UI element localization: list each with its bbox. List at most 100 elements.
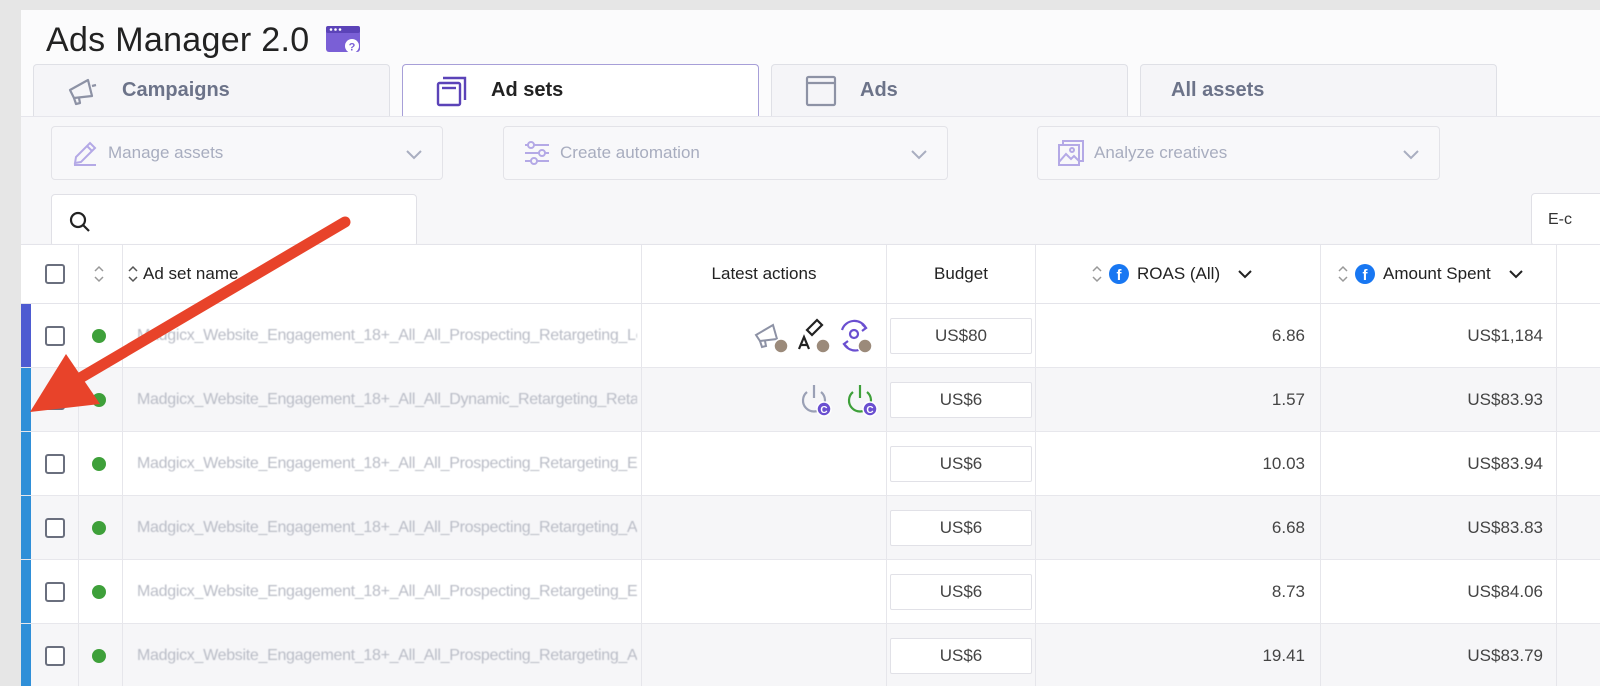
amount-spent-value: US$83.83 (1467, 517, 1543, 537)
refresh-user-icon[interactable] (837, 318, 873, 354)
sort-icon (94, 265, 104, 283)
analyze-creatives-dropdown[interactable]: Analyze creatives (1037, 126, 1440, 180)
table-row[interactable]: Madgicx_Website_Engagement_18+_All_All_P… (21, 560, 1600, 624)
analyze-creatives-label: Analyze creatives (1094, 143, 1228, 162)
power-on-icon[interactable]: C (843, 382, 879, 418)
chevron-down-icon[interactable] (1236, 265, 1254, 283)
header-label: ROAS (All) (1137, 264, 1221, 283)
table-row[interactable]: Madgicx_Website_Engagement_18+_All_All_D… (21, 368, 1600, 432)
facebook-icon: f (1109, 264, 1129, 284)
budget-field[interactable]: US$6 (890, 445, 1032, 482)
row-checkbox[interactable] (45, 453, 65, 474)
budget-field[interactable]: US$6 (890, 381, 1032, 418)
tab-all-assets[interactable]: All assets (1140, 64, 1497, 116)
roas-value: 10.03 (1262, 453, 1305, 473)
header-latest-actions: Latest actions (642, 245, 886, 303)
latest-actions: C C (797, 368, 885, 431)
amount-spent-value: US$83.79 (1467, 645, 1543, 665)
roas-value: 19.41 (1262, 645, 1305, 665)
header-label: Ad set name (143, 264, 239, 283)
budget-field[interactable]: US$6 (890, 509, 1032, 546)
row-checkbox[interactable] (45, 389, 65, 410)
help-window-icon[interactable]: ? (325, 24, 363, 56)
app-window: Ads Manager 2.0 ? Campaigns Ad sets Ads … (21, 10, 1600, 686)
search-box (51, 194, 417, 247)
row-color-stripe (21, 496, 31, 559)
tab-campaigns[interactable]: Campaigns (33, 64, 390, 116)
table-row[interactable]: Madgicx_Website_Engagement_18+_All_All_P… (21, 496, 1600, 560)
chevron-down-icon (909, 144, 929, 164)
ad-sets-table: Ad set name Latest actions Budget f ROAS… (21, 244, 1600, 686)
chevron-down-icon (404, 144, 424, 164)
table-row[interactable]: Madgicx_Website_Engagement_18+_All_All_P… (21, 624, 1600, 686)
tab-bar: Campaigns Ad sets Ads All assets (33, 64, 1509, 116)
amount-spent-value: US$84.06 (1467, 581, 1543, 601)
page-title: Ads Manager 2.0 (46, 20, 310, 59)
header-label: Budget (934, 264, 988, 283)
manage-assets-label: Manage assets (108, 143, 224, 162)
sort-icon (1338, 265, 1348, 283)
manage-assets-dropdown[interactable]: Manage assets (51, 126, 443, 180)
power-off-icon[interactable]: C (797, 382, 833, 418)
create-automation-label: Create automation (560, 143, 700, 162)
row-checkbox[interactable] (45, 517, 65, 538)
table-row[interactable]: Madgicx_Website_Engagement_18+_All_All_P… (21, 432, 1600, 496)
header-budget: Budget (887, 245, 1035, 303)
text-edit-icon[interactable] (795, 317, 831, 354)
status-dot (92, 520, 106, 535)
row-color-stripe (21, 560, 31, 623)
status-dot (92, 584, 106, 599)
ad-set-name[interactable]: Madgicx_Website_Engagement_18+_All_All_D… (137, 391, 637, 409)
square-icon (804, 74, 838, 108)
create-automation-dropdown[interactable]: Create automation (503, 126, 948, 180)
table-row[interactable]: Madgicx_Website_Engagement_18+_All_All_P… (21, 304, 1600, 368)
budget-field[interactable]: US$6 (890, 573, 1032, 610)
row-color-stripe (21, 304, 31, 367)
roas-value: 1.57 (1271, 389, 1305, 409)
status-sort[interactable] (93, 245, 105, 303)
megaphone-edit-icon[interactable] (753, 318, 789, 354)
header-label: Latest actions (711, 264, 817, 283)
row-color-stripe (21, 368, 31, 431)
search-input[interactable] (106, 205, 406, 237)
svg-text:C: C (866, 405, 873, 416)
filter-pill[interactable]: E-c (1531, 193, 1600, 246)
row-color-stripe (21, 432, 31, 495)
row-checkbox[interactable] (45, 581, 65, 602)
toolbar: Manage assets Create automation Analyze … (21, 116, 1600, 247)
table-header: Ad set name Latest actions Budget f ROAS… (21, 244, 1600, 304)
search-icon (68, 210, 92, 234)
amount-spent-value: US$1,184 (1467, 325, 1543, 345)
pencil-icon (70, 138, 100, 168)
amount-spent-value: US$83.93 (1467, 389, 1543, 409)
row-checkbox[interactable] (45, 325, 65, 346)
roas-value: 6.68 (1271, 517, 1305, 537)
status-dot (92, 648, 106, 663)
budget-field[interactable]: US$80 (890, 317, 1032, 354)
row-color-stripe (21, 624, 31, 686)
title-row: Ads Manager 2.0 ? (46, 18, 363, 62)
header-ad-set-name[interactable]: Ad set name (127, 245, 238, 303)
ad-set-name[interactable]: Madgicx_Website_Engagement_18+_All_All_P… (137, 327, 637, 345)
ad-set-name[interactable]: Madgicx_Website_Engagement_18+_All_All_P… (137, 583, 637, 601)
facebook-icon: f (1355, 264, 1375, 284)
chevron-down-icon[interactable] (1507, 265, 1525, 283)
sort-icon (128, 265, 138, 283)
budget-field[interactable]: US$6 (890, 637, 1032, 674)
tab-ad-sets[interactable]: Ad sets (402, 64, 759, 116)
header-roas[interactable]: f ROAS (All) (1091, 245, 1254, 303)
tab-label: Ads (860, 79, 898, 101)
tab-label: Ad sets (491, 79, 564, 101)
ad-set-name[interactable]: Madgicx_Website_Engagement_18+_All_All_P… (137, 647, 637, 665)
ad-set-name[interactable]: Madgicx_Website_Engagement_18+_All_All_P… (137, 519, 637, 537)
svg-text:C: C (820, 405, 827, 416)
row-checkbox[interactable] (45, 645, 65, 666)
select-all-checkbox[interactable] (45, 264, 65, 284)
image-icon (1056, 138, 1086, 168)
amount-spent-value: US$83.94 (1467, 453, 1543, 473)
tab-ads[interactable]: Ads (771, 64, 1128, 116)
ad-set-name[interactable]: Madgicx_Website_Engagement_18+_All_All_P… (137, 455, 637, 473)
chevron-down-icon (1401, 144, 1421, 164)
select-all-checkbox-cell (45, 245, 65, 303)
header-amount-spent[interactable]: f Amount Spent (1337, 245, 1525, 303)
